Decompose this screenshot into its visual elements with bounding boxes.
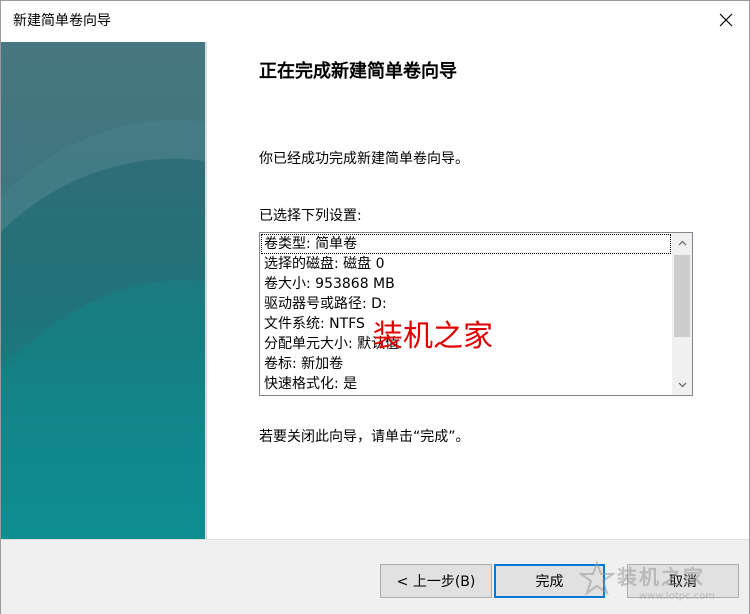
banner-swoosh-graphic: [1, 42, 207, 539]
logo-text: 装机之家: [617, 565, 705, 589]
settings-item[interactable]: 卷标: 新加卷: [261, 354, 671, 374]
site-logo-watermark: 装机之家 www.lotpc.com: [579, 555, 749, 611]
watermark-text: 装机之家: [373, 319, 493, 354]
settings-item[interactable]: 快速格式化: 是: [261, 374, 671, 394]
settings-label: 已选择下列设置:: [259, 208, 362, 224]
title-bar: 新建简单卷向导: [1, 1, 749, 39]
settings-item[interactable]: 卷大小: 953868 MB: [261, 274, 671, 294]
close-button[interactable]: [703, 1, 749, 39]
back-button[interactable]: < 上一步(B): [380, 564, 492, 598]
chevron-down-icon: [678, 382, 686, 388]
page-heading: 正在完成新建简单卷向导: [259, 61, 457, 82]
settings-item[interactable]: 选择的磁盘: 磁盘 0: [261, 254, 671, 274]
close-hint-text: 若要关闭此向导，请单击“完成”。: [259, 429, 470, 445]
star-logo-icon: [579, 561, 615, 596]
window-title: 新建简单卷向导: [13, 13, 111, 29]
scroll-up-button[interactable]: [672, 233, 692, 253]
vertical-scrollbar[interactable]: [672, 233, 692, 395]
wizard-side-banner: [1, 42, 207, 539]
close-icon: [719, 13, 733, 27]
wizard-dialog: 新建简单卷向导 正在完成新建简单卷向导 你已经成功完成新建简单卷向导。 已选择下…: [0, 0, 750, 614]
intro-text: 你已经成功完成新建简单卷向导。: [259, 151, 469, 167]
scroll-down-button[interactable]: [672, 375, 692, 395]
wizard-content: 正在完成新建简单卷向导 你已经成功完成新建简单卷向导。 已选择下列设置: 卷类型…: [207, 42, 749, 539]
chevron-up-icon: [678, 240, 686, 246]
scroll-thumb[interactable]: [674, 255, 690, 337]
logo-url: www.lotpc.com: [639, 591, 715, 602]
settings-item[interactable]: 卷类型: 简单卷: [261, 234, 671, 254]
